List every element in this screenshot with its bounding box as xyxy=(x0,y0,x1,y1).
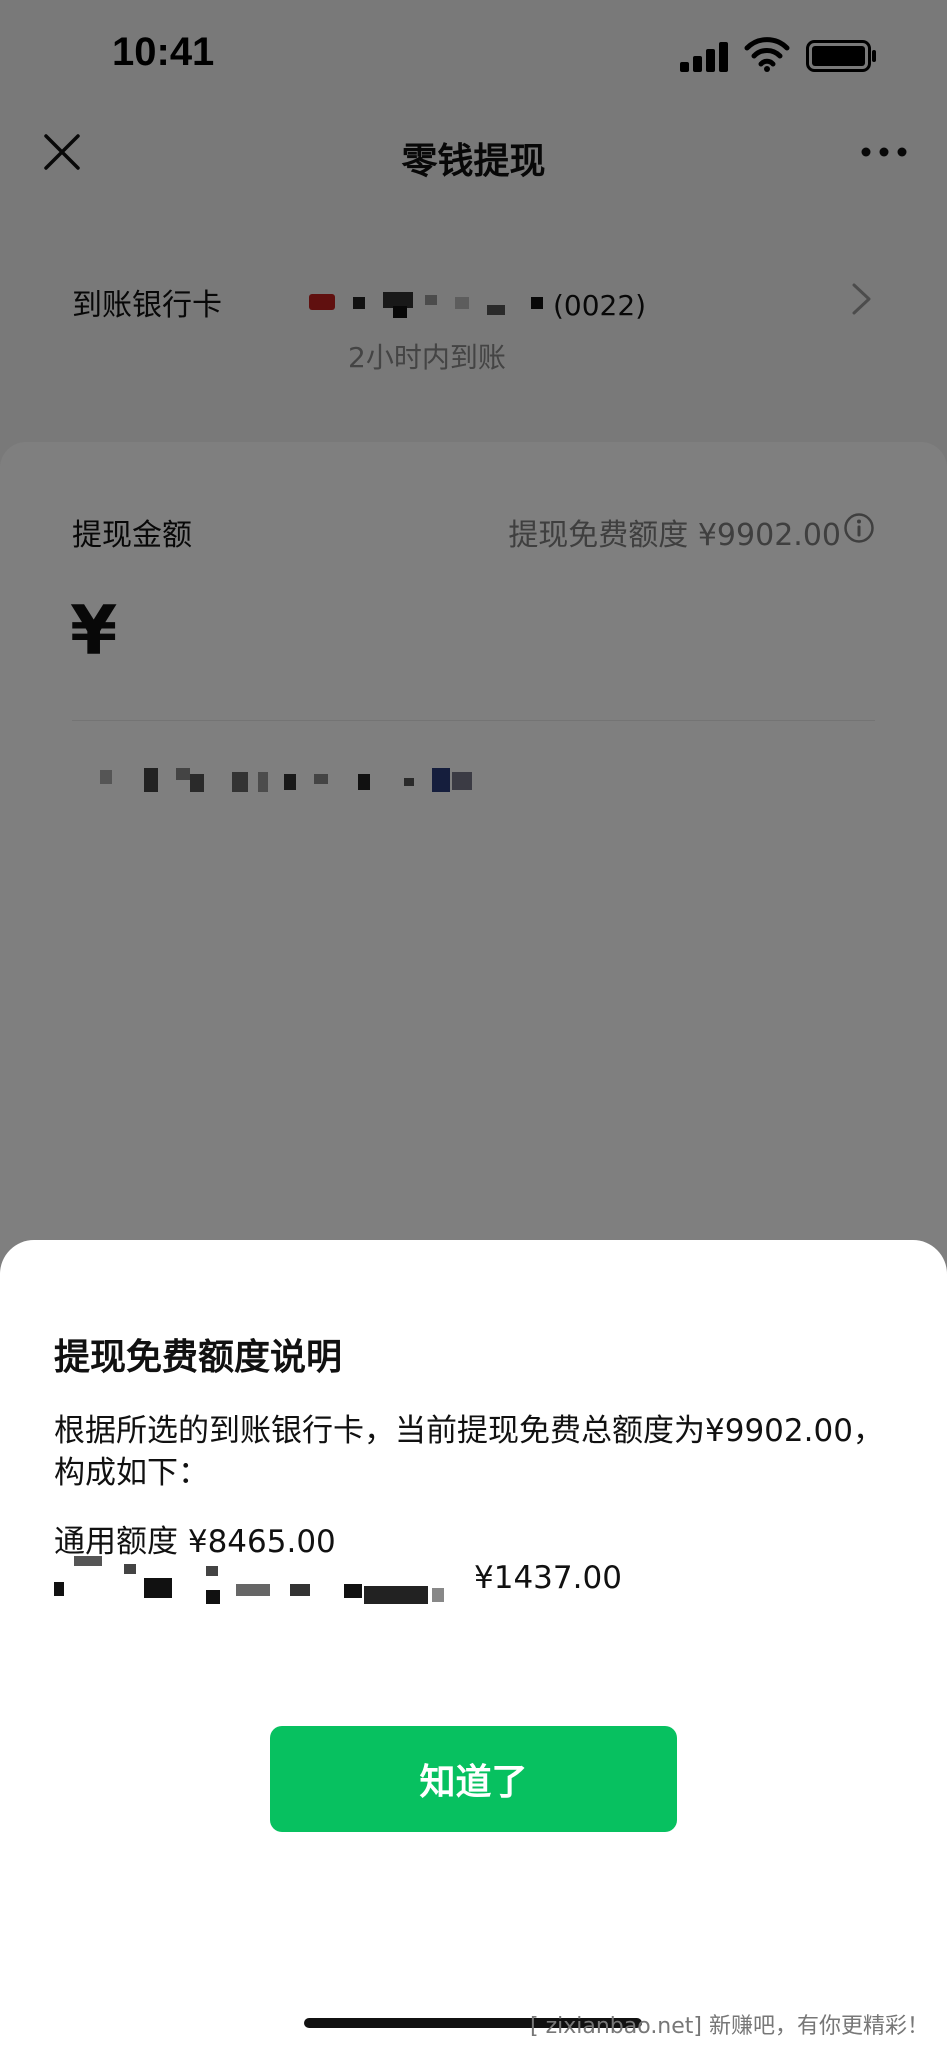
extra-quota-label-redacted xyxy=(54,1556,444,1604)
watermark: [ zixianbao.net] 新赚吧，有你更精彩！ xyxy=(530,2014,929,2039)
general-quota: 通用额度 ¥8465.00 xyxy=(54,1524,336,1560)
confirm-button[interactable]: 知道了 xyxy=(270,1726,677,1832)
extra-quota-amount: ¥1437.00 xyxy=(474,1560,622,1596)
free-quota-dialog: 提现免费额度说明 根据所选的到账银行卡，当前提现免费总额度为¥9902.00，构… xyxy=(0,1240,947,2048)
dialog-title: 提现免费额度说明 xyxy=(54,1337,343,1378)
dialog-description: 根据所选的到账银行卡，当前提现免费总额度为¥9902.00，构成如下： xyxy=(54,1413,884,1491)
